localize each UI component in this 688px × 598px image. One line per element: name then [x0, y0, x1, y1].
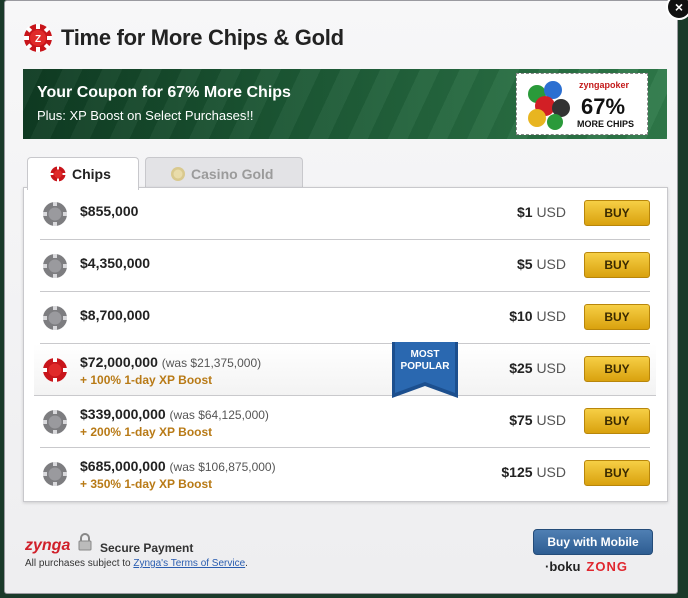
package-row-most-popular: $72,000,000 (was $21,375,000) + 100% 1-d… — [34, 342, 656, 398]
banner-title: Your Coupon for 67% More Chips — [37, 84, 291, 101]
buy-button[interactable]: BUY — [584, 200, 650, 226]
chip-amount: $339,000,000 — [80, 406, 166, 422]
package-row: $4,350,000 $5 USD BUY — [40, 240, 650, 292]
purchase-dialog: Z Time for More Chips & Gold Your Coupon… — [4, 0, 678, 594]
buy-with-mobile-button[interactable]: Buy with Mobile — [533, 529, 653, 555]
package-amount: $4,350,000 — [80, 255, 150, 271]
buy-button[interactable]: BUY — [584, 252, 650, 278]
coupon-percent: 67% — [581, 94, 626, 119]
package-amount: $8,700,000 — [80, 307, 150, 323]
zong-logo: ZONG — [586, 559, 628, 574]
ribbon-line2: POPULAR — [400, 361, 450, 372]
package-amount: $685,000,000 (was $106,875,000) — [80, 458, 276, 474]
tab-chips[interactable]: Chips — [27, 157, 139, 190]
boku-label: boku — [549, 559, 581, 574]
price-currency: USD — [536, 412, 566, 428]
buy-button[interactable]: BUY — [584, 304, 650, 330]
price-currency: USD — [536, 464, 566, 480]
package-row: $8,700,000 $10 USD BUY — [40, 292, 650, 344]
lock-icon — [78, 533, 92, 551]
chip-amount: $855,000 — [80, 203, 139, 219]
ribbon-label: MOST POPULAR — [392, 349, 458, 373]
package-price: $10 USD — [509, 308, 566, 324]
was-amount: (was $106,875,000) — [169, 460, 276, 474]
chip-amount: $4,350,000 — [80, 255, 151, 271]
poker-chip-logo-icon: Z — [24, 24, 52, 52]
coupon-banner: Your Coupon for 67% More Chips Plus: XP … — [23, 69, 667, 139]
package-price: $1 USD — [517, 204, 566, 220]
package-price: $75 USD — [509, 412, 566, 428]
banner-subtitle: Plus: XP Boost on Select Purchases!! — [37, 108, 254, 123]
ribbon-line1: MOST — [410, 349, 440, 360]
price-value: $125 — [501, 464, 533, 480]
package-amount: $339,000,000 (was $64,125,000) — [80, 406, 269, 422]
terms-of-service-link[interactable]: Zynga's Terms of Service — [133, 558, 245, 569]
gray-chip-icon — [43, 410, 67, 434]
price-currency: USD — [536, 308, 566, 324]
buy-button[interactable]: BUY — [584, 356, 650, 382]
terms-suffix: . — [245, 558, 248, 569]
gold-coin-icon — [171, 167, 185, 181]
red-chip-icon — [43, 358, 67, 382]
xp-boost-text: + 100% 1-day XP Boost — [80, 373, 213, 387]
boku-logo: ·boku — [545, 559, 581, 574]
gray-chip-icon — [43, 254, 67, 278]
gray-chip-icon — [43, 462, 67, 486]
price-currency: USD — [536, 256, 566, 272]
package-row: $339,000,000 (was $64,125,000) + 200% 1-… — [40, 396, 650, 448]
package-price: $125 USD — [501, 464, 566, 480]
package-price: $5 USD — [517, 256, 566, 272]
price-currency: USD — [536, 204, 566, 220]
price-value: $75 — [509, 412, 533, 428]
price-value: $10 — [509, 308, 533, 324]
gray-chip-icon — [43, 306, 67, 330]
coupon-ticket: zyngapoker 67% MORE CHIPS — [516, 73, 648, 135]
red-chip-icon — [50, 166, 66, 182]
buy-button[interactable]: BUY — [584, 460, 650, 486]
chip-amount: $685,000,000 — [80, 458, 166, 474]
tab-casino-gold[interactable]: Casino Gold — [145, 157, 303, 189]
secure-payment-label: Secure Payment — [100, 541, 194, 555]
svg-text:Z: Z — [35, 34, 41, 45]
package-row: $685,000,000 (was $106,875,000) + 350% 1… — [40, 448, 650, 500]
price-value: $5 — [516, 256, 533, 272]
buy-button[interactable]: BUY — [584, 408, 650, 434]
terms-text: All purchases subject to Zynga's Terms o… — [25, 558, 248, 569]
dialog-title: Time for More Chips & Gold — [61, 25, 344, 50]
terms-prefix: All purchases subject to — [25, 558, 134, 569]
xp-boost-text: + 200% 1-day XP Boost — [80, 425, 213, 439]
xp-boost-text: + 350% 1-day XP Boost — [80, 477, 213, 491]
tab-casino-gold-label: Casino Gold — [191, 166, 274, 182]
coupon-label: MORE CHIPS — [577, 119, 635, 129]
price-value: $25 — [509, 360, 533, 376]
package-amount: $855,000 — [80, 203, 138, 219]
coupon-brand: zyngapoker — [579, 80, 630, 90]
was-amount: (was $21,375,000) — [161, 356, 262, 370]
mobile-providers: ·boku ZONG — [545, 559, 628, 574]
chip-amount: $72,000,000 — [80, 354, 158, 370]
chip-stack-icon — [528, 81, 570, 130]
zynga-logo: zynga — [25, 537, 71, 554]
package-row: $855,000 $1 USD BUY — [40, 188, 650, 240]
gray-chip-icon — [43, 202, 67, 226]
package-amount: $72,000,000 (was $21,375,000) — [80, 354, 261, 370]
was-amount: (was $64,125,000) — [169, 408, 269, 422]
tab-chips-label: Chips — [72, 166, 111, 182]
chip-amount: $8,700,000 — [80, 307, 151, 323]
price-value: $1 — [516, 204, 533, 220]
price-currency: USD — [536, 360, 566, 376]
package-price: $25 USD — [509, 360, 566, 376]
chips-package-list: $855,000 $1 USD BUY $4,350,000 $5 USD BU… — [23, 187, 668, 502]
